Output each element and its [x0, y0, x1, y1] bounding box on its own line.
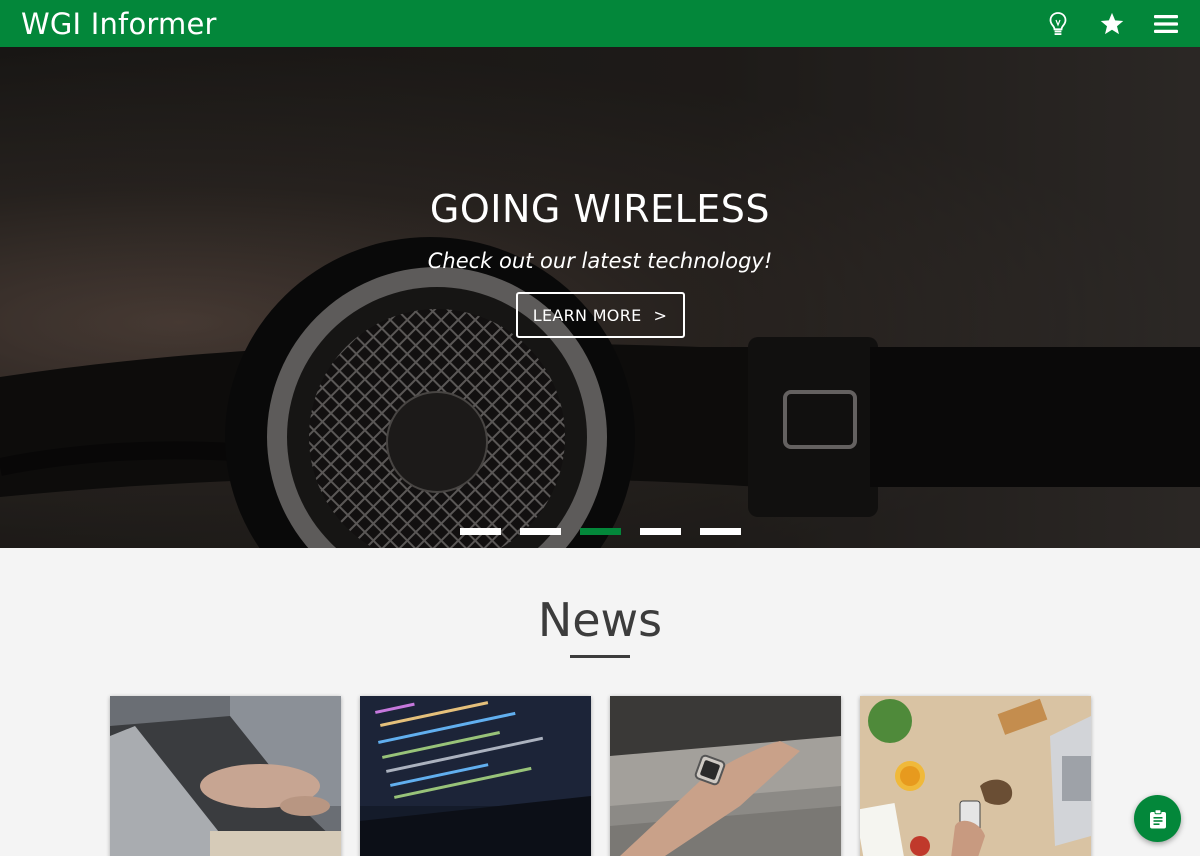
- news-card-4[interactable]: [860, 696, 1091, 856]
- chevron-right-icon: >: [653, 305, 668, 325]
- news-heading-underline: [570, 655, 630, 658]
- news-cards: [110, 696, 1091, 856]
- menu-icon[interactable]: [1152, 10, 1180, 38]
- clipboard-icon: [1149, 808, 1166, 828]
- hero-carousel: GOING WIRELESS Check out our latest tech…: [0, 47, 1200, 548]
- news-card-3[interactable]: [610, 696, 841, 856]
- hero-subtitle: Check out our latest technology!: [427, 249, 773, 273]
- hero-title: GOING WIRELESS: [429, 187, 771, 231]
- carousel-dot-5[interactable]: [700, 528, 741, 535]
- learn-more-button[interactable]: LEARN MORE >: [515, 292, 685, 338]
- hero-content: GOING WIRELESS Check out our latest tech…: [0, 187, 1200, 338]
- code-screen-photo: [360, 696, 591, 856]
- news-heading: News: [537, 593, 663, 647]
- news-card-2[interactable]: [360, 696, 591, 856]
- top-nav-bar: WGI Informer: [0, 0, 1200, 47]
- smartwatch-wrist-photo: [610, 696, 841, 856]
- star-icon[interactable]: [1098, 10, 1126, 38]
- desk-flatlay-photo: [860, 696, 1091, 856]
- laptop-typing-photo: [110, 696, 341, 856]
- carousel-dot-1[interactable]: [460, 528, 501, 535]
- site-brand[interactable]: WGI Informer: [21, 7, 217, 41]
- clipboard-fab-button[interactable]: [1134, 795, 1181, 842]
- carousel-dot-2[interactable]: [520, 528, 561, 535]
- lightbulb-icon[interactable]: [1044, 10, 1072, 38]
- carousel-indicators: [460, 528, 741, 535]
- learn-more-label: LEARN MORE: [532, 305, 642, 325]
- header-actions: [1044, 10, 1180, 38]
- carousel-dot-3[interactable]: [580, 528, 621, 535]
- news-card-1[interactable]: [110, 696, 341, 856]
- carousel-dot-4[interactable]: [640, 528, 681, 535]
